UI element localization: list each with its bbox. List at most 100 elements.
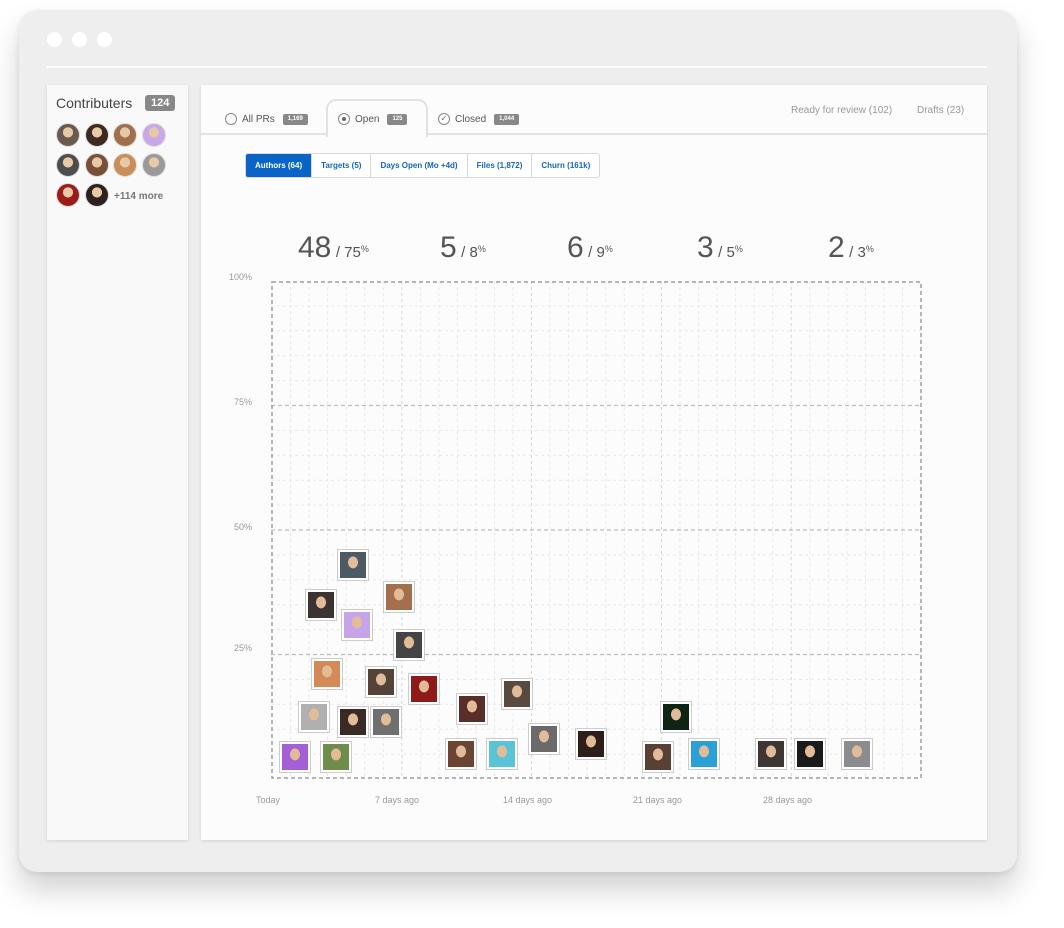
y-tick-label: 25% — [233, 643, 252, 653]
author-point[interactable] — [336, 705, 369, 738]
avatar-7[interactable] — [113, 153, 137, 177]
author-point[interactable] — [641, 740, 674, 773]
author-point[interactable] — [336, 548, 369, 581]
window-dot-minimize[interactable] — [72, 32, 87, 47]
stat-percent-unit: % — [604, 244, 613, 254]
contributors-count-badge: 124 — [145, 95, 176, 111]
tab-all-prs[interactable]: All PRs 1,169 — [225, 109, 308, 129]
author-point[interactable] — [455, 693, 488, 726]
stat-percent: / 9 — [588, 244, 605, 261]
segment-0[interactable]: Authors (64) — [246, 154, 313, 177]
avatar-3[interactable] — [113, 123, 137, 147]
author-point[interactable] — [407, 673, 440, 706]
author-avatar — [531, 726, 558, 753]
y-tick-label: 50% — [233, 522, 252, 532]
avatar-5[interactable] — [56, 153, 80, 177]
pr-tab-bar: All PRs 1,169 Open 125 ✓ Closed 1,044 Re… — [201, 85, 987, 137]
segment-2[interactable]: Days Open (Mo +4d) — [371, 154, 468, 177]
group-stat-1: 5 / 8% — [440, 231, 486, 265]
author-avatar — [644, 743, 671, 770]
contributors-panel: Contributers 124 +114 more — [47, 85, 188, 840]
avatar-8[interactable] — [142, 153, 166, 177]
stat-count: 48 — [298, 231, 332, 264]
avatar-6[interactable] — [85, 153, 109, 177]
y-tick-label: 100% — [228, 272, 252, 282]
more-contributors-link[interactable]: +114 more — [114, 191, 163, 202]
author-point[interactable] — [340, 608, 373, 641]
tab-open[interactable]: Open 125 — [338, 109, 408, 129]
author-point[interactable] — [840, 738, 873, 771]
author-point[interactable] — [279, 740, 312, 773]
author-avatar — [308, 591, 335, 618]
author-avatar — [843, 741, 870, 768]
window-dot-close[interactable] — [47, 32, 62, 47]
group-stat-3: 3 / 5% — [697, 231, 743, 265]
stat-percent: / 8 — [461, 244, 478, 261]
author-point[interactable] — [688, 738, 721, 771]
stat-percent-unit: % — [734, 244, 743, 254]
tab-open-badge: 125 — [387, 113, 408, 125]
stat-count: 6 — [567, 231, 584, 264]
author-point[interactable] — [320, 740, 353, 773]
filter-ready-for-review[interactable]: Ready for review (102) — [791, 105, 892, 116]
author-avatar — [395, 631, 422, 658]
author-point[interactable] — [660, 700, 693, 733]
x-tick-label: 14 days ago — [503, 795, 553, 805]
stat-count: 3 — [697, 231, 714, 264]
tab-closed-label: Closed — [455, 113, 487, 125]
segment-3[interactable]: Files (1,872) — [468, 154, 533, 177]
tab-open-label: Open — [355, 113, 380, 125]
group-stat-0: 48 / 75% — [298, 231, 369, 265]
author-point[interactable] — [574, 728, 607, 761]
author-point[interactable] — [485, 738, 518, 771]
avatar-10[interactable] — [85, 183, 109, 207]
author-point[interactable] — [444, 738, 477, 771]
author-avatar — [300, 703, 327, 730]
segment-1[interactable]: Targets (5) — [312, 154, 372, 177]
author-point[interactable] — [794, 738, 827, 771]
author-avatar — [282, 743, 309, 770]
author-point[interactable] — [528, 723, 561, 756]
author-point[interactable] — [364, 665, 397, 698]
avatar-2[interactable] — [85, 123, 109, 147]
author-avatar — [458, 696, 485, 723]
stat-percent-unit: % — [360, 244, 369, 254]
check-circle-icon: ✓ — [438, 113, 450, 125]
author-avatar — [503, 681, 530, 708]
author-avatar — [339, 551, 366, 578]
avatar-1[interactable] — [56, 123, 80, 147]
author-avatar — [447, 741, 474, 768]
segment-4[interactable]: Churn (161k) — [532, 154, 599, 177]
author-point[interactable] — [297, 700, 330, 733]
tab-all-prs-badge: 1,169 — [282, 113, 308, 125]
x-tick-label: Today — [256, 795, 281, 805]
author-point[interactable] — [755, 738, 788, 771]
radio-icon — [225, 113, 237, 125]
titlebar-divider — [47, 66, 987, 68]
x-tick-label: 28 days ago — [763, 795, 813, 805]
author-avatar — [313, 661, 340, 688]
y-tick-label: 75% — [233, 397, 252, 407]
author-point[interactable] — [383, 581, 416, 614]
browser-window: Contributers 124 +114 more All PRs 1,169… — [19, 10, 1017, 872]
author-avatar — [343, 611, 370, 638]
author-point[interactable] — [500, 678, 533, 711]
avatar-9[interactable] — [56, 183, 80, 207]
authors-scatter-plot — [271, 281, 922, 779]
stat-percent: / 75 — [335, 244, 361, 261]
avatar-4[interactable] — [142, 123, 166, 147]
plot-grid — [271, 281, 922, 779]
radio-selected-icon — [338, 113, 350, 125]
window-dot-maximize[interactable] — [97, 32, 112, 47]
author-avatar — [758, 741, 785, 768]
author-point[interactable] — [310, 658, 343, 691]
author-point[interactable] — [305, 588, 338, 621]
author-point[interactable] — [392, 628, 425, 661]
stat-count: 5 — [440, 231, 457, 264]
tab-closed[interactable]: ✓ Closed 1,044 — [438, 109, 520, 129]
grouping-segmented-control: Authors (64) Targets (5) Days Open (Mo +4d… — [245, 153, 601, 178]
author-point[interactable] — [370, 705, 403, 738]
stat-percent: / 3 — [849, 244, 866, 261]
filter-drafts[interactable]: Drafts (23) — [917, 105, 964, 116]
author-avatar — [386, 584, 413, 611]
